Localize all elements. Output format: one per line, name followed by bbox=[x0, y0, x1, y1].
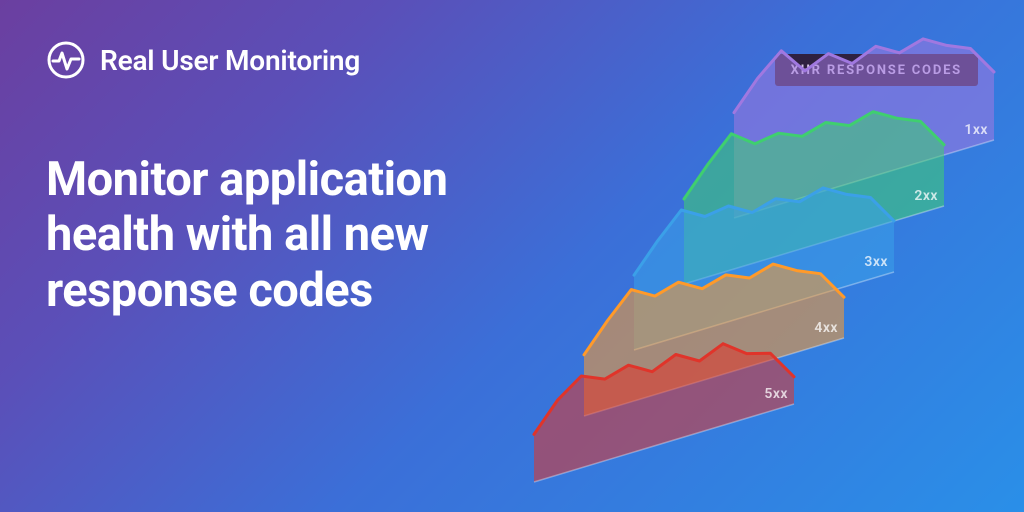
chart-layer-5xx: 5xx bbox=[534, 344, 794, 482]
response-codes-chart: 1xx 2xx 3xx 4xx 5xx bbox=[504, 82, 1004, 512]
brand-name: Real User Monitoring bbox=[100, 44, 360, 77]
header: Real User Monitoring bbox=[46, 40, 360, 80]
series-label-5xx: 5xx bbox=[764, 386, 788, 402]
series-label-3xx: 3xx bbox=[864, 254, 888, 270]
series-label-1xx: 1xx bbox=[964, 122, 988, 138]
pulse-logo-icon bbox=[46, 40, 86, 80]
series-label-2xx: 2xx bbox=[914, 188, 938, 204]
series-label-4xx: 4xx bbox=[814, 320, 838, 336]
